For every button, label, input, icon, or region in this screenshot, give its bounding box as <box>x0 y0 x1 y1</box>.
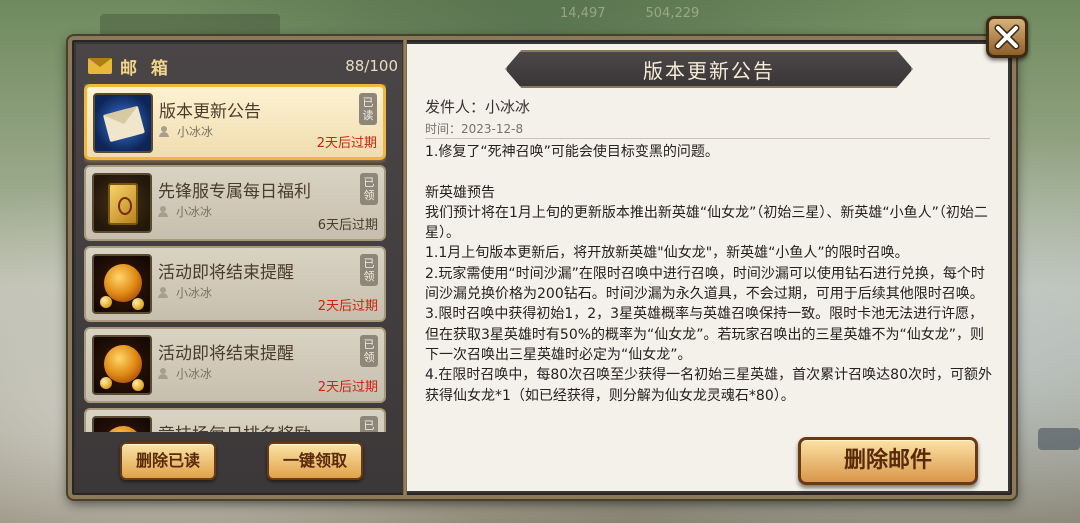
mail-detail-panel: 版本更新公告 发件人：小冰冰 时间：2023-12-8 1.修复了“死神召唤”可… <box>407 44 1008 491</box>
mail-expiry: 2天后过期 <box>317 380 378 395</box>
mailbox-title: 邮 箱 <box>120 58 172 79</box>
claim-all-button[interactable]: 一键领取 <box>267 442 363 480</box>
mail-count: 88/100 <box>345 57 398 75</box>
user-icon <box>159 126 169 137</box>
mail-list-panel: 邮 箱 88/100 版本更新公告 小冰冰 已读 2天后过期 先锋服专属每日福利… <box>76 44 402 491</box>
mail-detail-body[interactable]: 1.修复了“死神召唤”可能会使目标变黑的问题。 新英雄预告 我们预计将在1月上旬… <box>425 142 995 406</box>
mail-expiry: 2天后过期 <box>317 299 378 314</box>
mail-detail-title: 版本更新公告 <box>643 58 775 83</box>
mail-detail-sender: 发件人：小冰冰 <box>425 98 531 116</box>
delete-mail-button[interactable]: 删除邮件 <box>798 437 978 485</box>
delete-read-button[interactable]: 删除已读 <box>120 442 216 480</box>
mail-item-event-ending-2[interactable]: 活动即将结束提醒 小冰冰 已领 2天后过期 <box>84 327 386 403</box>
mail-item-daily-benefit[interactable]: 先锋服专属每日福利 小冰冰 已领 6天后过期 <box>84 165 386 241</box>
close-button[interactable] <box>986 16 1028 58</box>
mail-item-sender: 小冰冰 <box>158 284 212 301</box>
mail-status-badge: 已领 <box>360 335 378 367</box>
mail-title-banner: 版本更新公告 <box>505 50 913 88</box>
mail-icon <box>88 58 112 74</box>
gold-bag-icon <box>92 335 152 395</box>
mail-expiry: 6天后过期 <box>317 218 378 233</box>
mail-status-badge: 已领 <box>360 416 378 432</box>
close-icon <box>994 24 1020 50</box>
mailbox-header: 邮 箱 88/100 <box>88 52 398 80</box>
user-icon <box>158 287 168 298</box>
mail-item-title: 竞技场每日排名奖励 <box>158 420 311 432</box>
mail-status-badge: 已领 <box>360 173 378 205</box>
mail-item-sender: 小冰冰 <box>158 203 212 220</box>
mail-item-title: 活动即将结束提醒 <box>158 263 294 283</box>
user-icon <box>158 206 168 217</box>
background-side-button <box>1038 428 1080 450</box>
mail-item-version-update[interactable]: 版本更新公告 小冰冰 已读 2天后过期 <box>84 84 386 160</box>
hud-value-diamonds: 14,497 <box>560 6 606 21</box>
mailbox-window: 邮 箱 88/100 版本更新公告 小冰冰 已读 2天后过期 先锋服专属每日福利… <box>68 36 1016 499</box>
mail-item-title: 活动即将结束提醒 <box>158 344 294 364</box>
mail-expiry: 2天后过期 <box>316 136 377 151</box>
mail-item-event-ending[interactable]: 活动即将结束提醒 小冰冰 已领 2天后过期 <box>84 246 386 322</box>
hud-value-gold: 504,229 <box>645 6 700 21</box>
gold-bag-icon <box>92 254 152 314</box>
mail-list[interactable]: 版本更新公告 小冰冰 已读 2天后过期 先锋服专属每日福利 小冰冰 已领 6天后… <box>84 84 386 432</box>
envelope-icon <box>93 93 153 153</box>
detail-separator <box>425 138 990 139</box>
mail-detail-time: 时间：2023-12-8 <box>425 122 524 136</box>
mail-status-badge: 已读 <box>359 93 377 125</box>
gold-bag-icon <box>92 416 152 432</box>
mail-item-sender: 小冰冰 <box>158 365 212 382</box>
background-hud: 14,497 504,229 <box>560 6 699 21</box>
mail-item-title: 先锋服专属每日福利 <box>158 182 311 202</box>
gold-card-icon <box>92 173 152 233</box>
mail-status-badge: 已领 <box>360 254 378 286</box>
mail-item-title: 版本更新公告 <box>159 102 261 122</box>
user-icon <box>158 368 168 379</box>
mail-item-arena-reward[interactable]: 竞技场每日排名奖励 已领 <box>84 408 386 432</box>
mail-item-sender: 小冰冰 <box>159 123 213 140</box>
